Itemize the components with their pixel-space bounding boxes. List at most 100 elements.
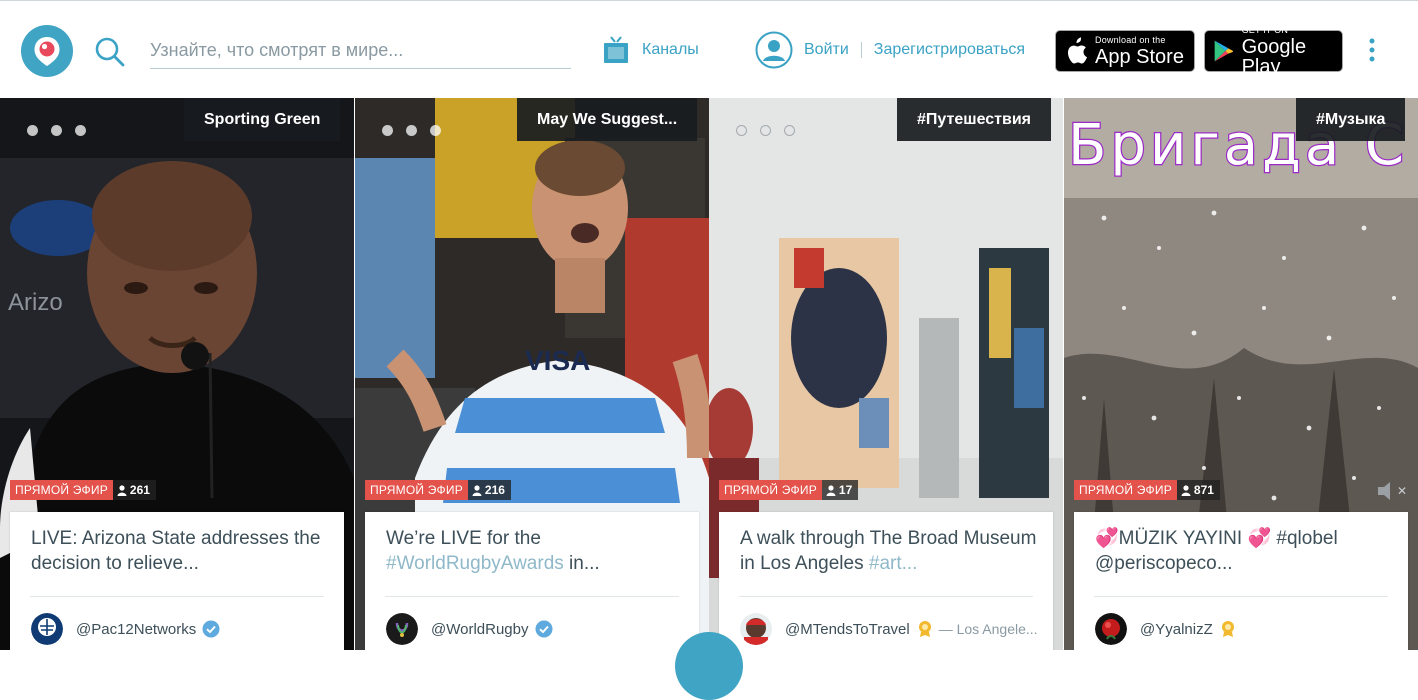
title-hashtag[interactable]: #WorldRugbyAwards [386,553,564,574]
auth-links: Войти Зарегистрироваться [755,31,1025,69]
dot [406,125,417,136]
viewer-count-value: 261 [129,483,150,497]
dot [382,125,393,136]
username[interactable]: @WorldRugby [431,621,529,638]
viewer-count-value: 17 [838,483,853,497]
live-badge: ПРЯМОЙ ЭФИР [1074,480,1177,500]
avatar[interactable] [1095,613,1127,645]
dot [784,125,795,136]
dot [760,125,771,136]
person-icon [1181,484,1191,496]
close-icon[interactable]: ✕ [1397,484,1407,498]
channels-link[interactable]: Каналы [602,31,699,69]
title-hashtag[interactable]: #art... [869,553,918,574]
channel-tag[interactable]: #Музыка [1296,98,1406,141]
viewer-count: 261 [112,480,156,500]
dot [51,125,62,136]
title-text: 💞MÜZIK YAYINI 💞 #qlobel @periscopeco... [1095,528,1338,574]
live-badge: ПРЯМОЙ ЭФИР [10,480,113,500]
search-input[interactable] [150,33,571,69]
live-status: ПРЯМОЙ ЭФИР 871 [1074,480,1220,500]
channel-tag[interactable]: Sporting Green [184,98,341,141]
broadcaster[interactable]: @Pac12Networks [31,613,225,645]
app-store-button[interactable]: Download on the App Store [1055,30,1195,72]
user-icon[interactable] [755,31,793,69]
username[interactable]: @MTendsToTravel [785,621,910,638]
viewer-count-value: 216 [484,483,505,497]
viewer-count-value: 871 [1193,483,1214,497]
broadcast-info[interactable]: We’re LIVE for the #WorldRugbyAwards in.… [365,512,699,650]
divider [385,596,679,597]
broadcaster[interactable]: @MTendsToTravel — Los Angele... [740,613,1038,645]
channel-tag[interactable]: #Путешествия [897,98,1051,141]
broadcast-card[interactable]: VISA May We Suggest... ПРЯМОЙ ЭФИР 216 W… [355,98,709,650]
title-text-end: in... [563,553,600,574]
avatar[interactable] [386,613,418,645]
login-link[interactable]: Войти [804,41,849,59]
viewer-count: 216 [467,480,511,500]
menu-dots-icon[interactable] [736,125,795,136]
more-vertical-icon[interactable] [1362,35,1382,67]
broadcast-card[interactable]: Бригада С #Музыка ПРЯМОЙ ЭФИР 871 💞MÜZIK… [1064,98,1418,650]
google-play-big: Google Play [1241,35,1307,78]
periscope-logo[interactable] [21,25,73,77]
broadcast-info[interactable]: A walk through The Broad Museum in Los A… [719,512,1053,650]
app-store-big: App Store [1095,45,1184,68]
live-status: ПРЯМОЙ ЭФИР 261 [10,480,156,500]
viewer-count: 17 [821,480,859,500]
broadcaster[interactable]: @WorldRugby [386,613,558,645]
verified-icon [535,620,552,638]
dot [736,125,747,136]
google-play-button[interactable]: GET IT ON Google Play [1204,25,1343,77]
broadcast-info[interactable]: LIVE: Arizona State addresses the decisi… [10,512,344,650]
channels-label: Каналы [642,41,699,58]
broadcast-title[interactable]: LIVE: Arizona State addresses the decisi… [31,526,331,576]
divider [739,596,1033,597]
broadcast-title[interactable]: A walk through The Broad Museum in Los A… [740,526,1040,576]
divider [30,596,324,597]
broadcast-grid: Arizo s Sporting Green ПРЯМОЙ ЭФИР 261 [0,98,1418,650]
google-play-icon [1214,40,1234,62]
broadcast-title[interactable]: We’re LIVE for the #WorldRugbyAwards in.… [386,526,686,576]
search-icon[interactable] [93,35,127,69]
floating-action-button[interactable] [675,632,743,700]
live-badge: ПРЯМОЙ ЭФИР [719,480,822,500]
top-header: Каналы Войти Зарегистрироваться Download… [0,0,1418,98]
broadcast-card[interactable]: #Путешествия ПРЯМОЙ ЭФИР 17 A walk throu… [709,98,1063,650]
google-play-small: GET IT ON [1241,24,1289,35]
superfan-icon [918,621,931,637]
live-badge: ПРЯМОЙ ЭФИР [365,480,468,500]
broadcaster[interactable]: @YyalnizZ [1095,613,1242,645]
broadcast-info[interactable]: 💞MÜZIK YAYINI 💞 #qlobel @periscopeco... … [1074,512,1408,650]
dot [75,125,86,136]
divider [1094,596,1388,597]
person-icon [472,484,482,496]
broadcast-card[interactable]: Arizo s Sporting Green ПРЯМОЙ ЭФИР 261 [0,98,354,650]
person-icon [117,484,127,496]
username[interactable]: @YyalnizZ [1140,621,1213,638]
svg-text:VISA: VISA [525,345,590,376]
title-text: LIVE: Arizona State addresses the decisi… [31,528,321,574]
avatar[interactable] [740,613,772,645]
tv-icon [604,36,628,63]
svg-text:Arizo: Arizo [8,289,63,316]
person-icon [826,484,836,496]
live-status: ПРЯМОЙ ЭФИР 216 [365,480,511,500]
channel-tag[interactable]: May We Suggest... [517,98,698,141]
username[interactable]: @Pac12Networks [76,621,196,638]
apple-icon [1067,37,1087,64]
location: — Los Angele... [938,621,1038,637]
dot [27,125,38,136]
superfan-icon [1221,621,1234,637]
viewer-count: 871 [1176,480,1220,500]
dot [430,125,441,136]
live-status: ПРЯМОЙ ЭФИР 17 [719,480,859,500]
avatar[interactable] [31,613,63,645]
register-link[interactable]: Зарегистрироваться [874,41,1025,59]
broadcast-title[interactable]: 💞MÜZIK YAYINI 💞 #qlobel @periscopeco... [1095,526,1395,576]
app-store-small: Download on the [1095,34,1166,45]
menu-dots-icon[interactable] [27,125,86,136]
menu-dots-icon[interactable] [382,125,441,136]
verified-icon [202,620,220,638]
link-divider [860,42,862,58]
